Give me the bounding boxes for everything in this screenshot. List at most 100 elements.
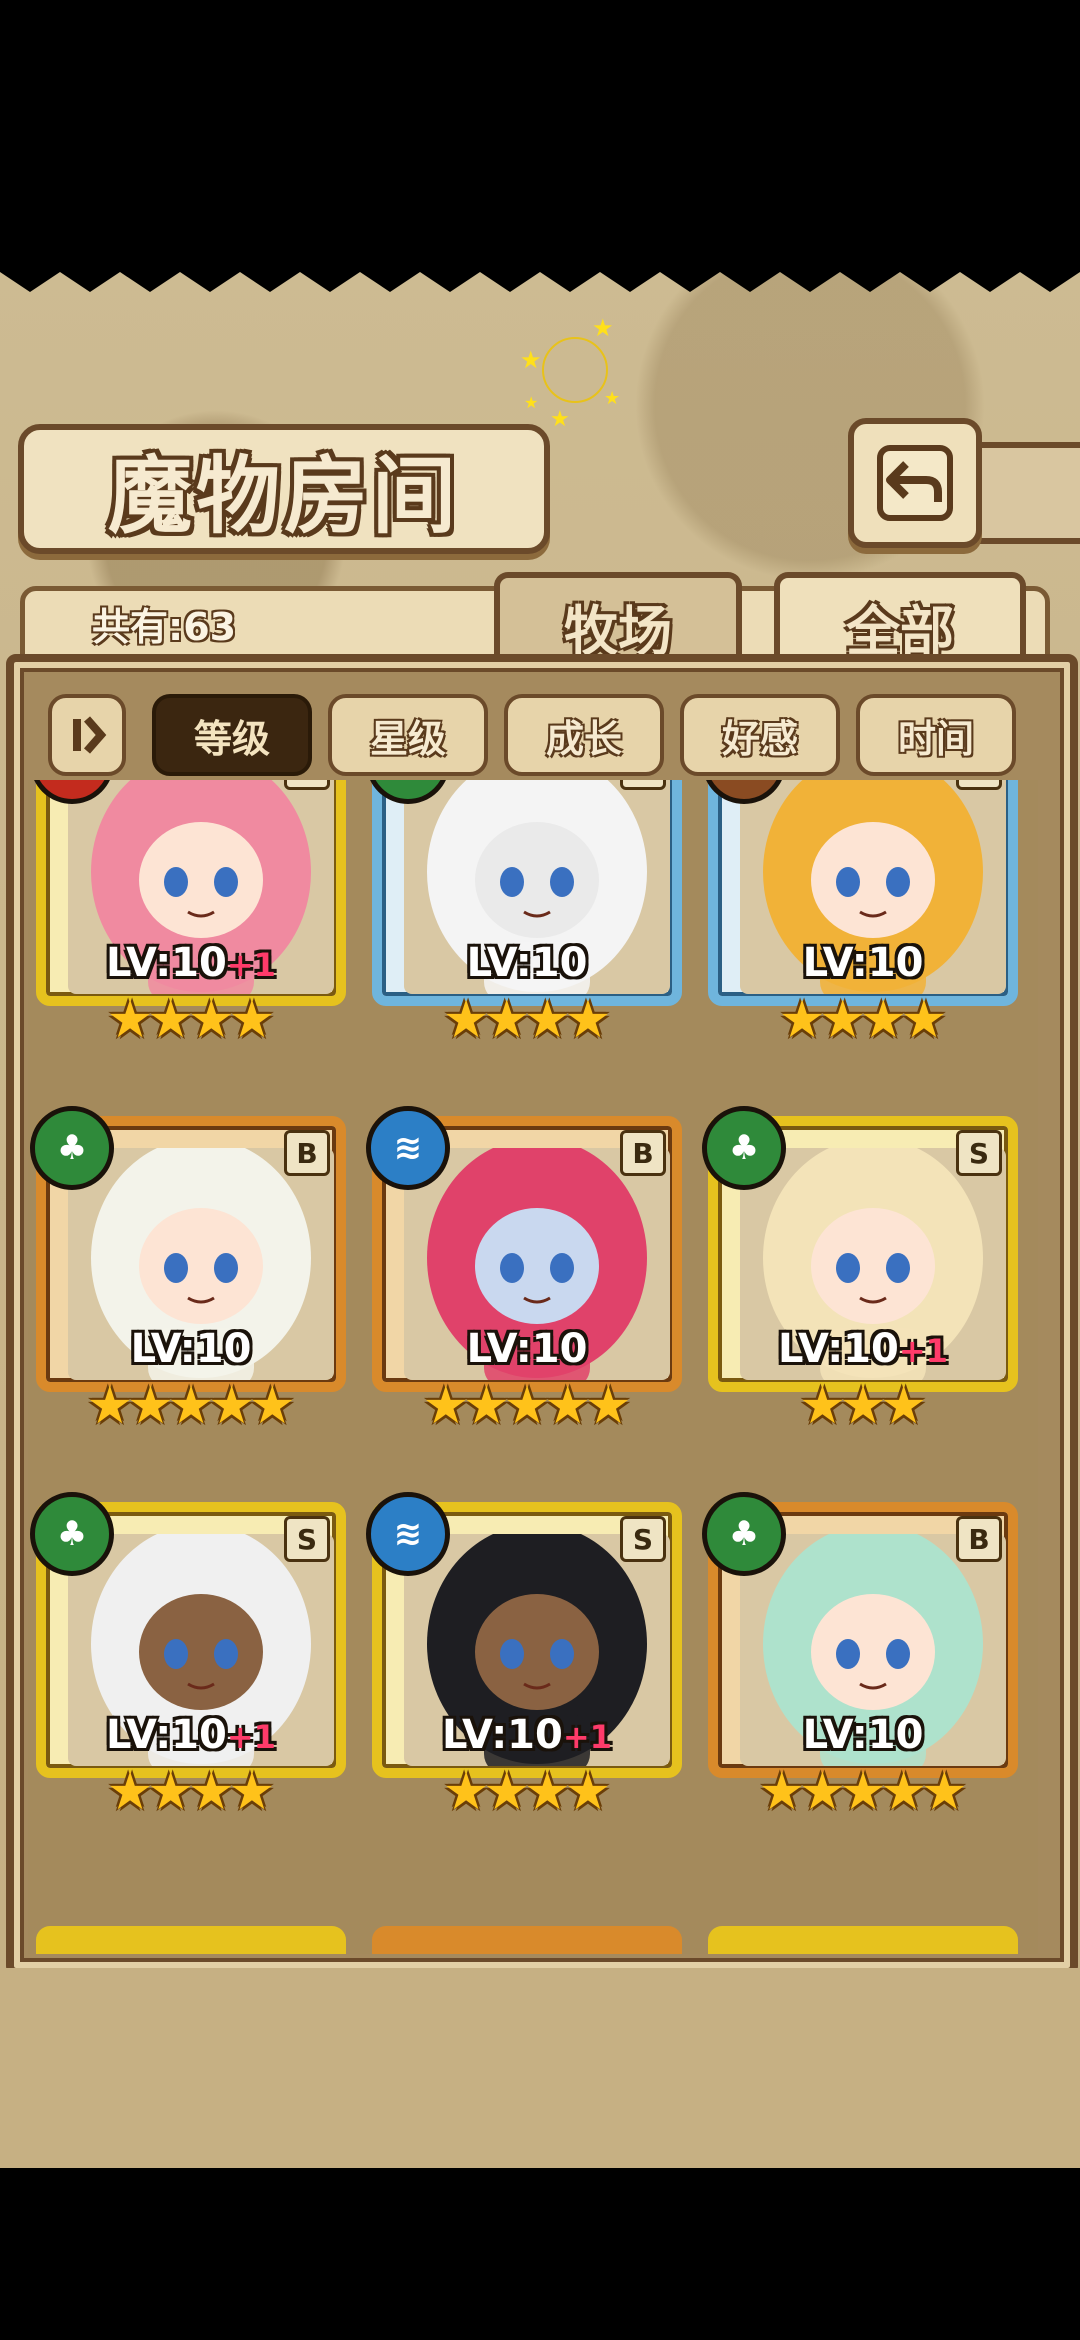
star-icon: ★ (880, 1376, 927, 1436)
sort-filter-bar: 等级 星级 成长 好感 时间 (40, 694, 1040, 778)
sort-growth-button[interactable]: 成长 (504, 694, 664, 776)
star-icon: ★ (483, 1762, 530, 1822)
star-icon: ★ (778, 990, 826, 1050)
star-icon: ★ (880, 1762, 927, 1822)
star-icon: ★ (799, 1762, 846, 1822)
filter-label: 时间 (897, 716, 974, 761)
monster-card-partial[interactable] (708, 1926, 1018, 1954)
svg-text:★: ★ (604, 388, 620, 409)
monster-card[interactable]: A▲LV:10★★★★ (702, 780, 1018, 1052)
collapse-icon (73, 716, 107, 754)
star-icon: ★ (524, 1762, 571, 1822)
star-icon: ★ (188, 1762, 235, 1822)
star-rating: ★ ★ ★ ★ ★ (708, 1760, 1018, 1824)
collapse-toggle-button[interactable] (48, 694, 126, 776)
star-icon: ★ (208, 1376, 255, 1436)
star-icon: ★ (228, 990, 276, 1050)
star-rating: ★ ★ ★ ★ (36, 1760, 346, 1824)
monster-grid: S🜂LV:10+1★★★★A♣LV:10★★★★A▲LV:10★★★★B♣LV:… (28, 780, 1038, 1954)
leaf-icon: ♣ (30, 1106, 114, 1190)
stars-decoration: ★ ★ ★ ★ ★ (520, 314, 620, 428)
level-text: LV:10 (130, 1326, 252, 1372)
return-icon (877, 445, 953, 521)
rank-badge: S (620, 1516, 666, 1562)
leaf-icon: ♣ (702, 1492, 786, 1576)
monster-card[interactable]: A♣LV:10★★★★ (366, 780, 682, 1052)
star-icon: ★ (483, 990, 530, 1050)
torn-edge-decoration (0, 252, 1080, 292)
water-icon: ≋ (366, 1492, 450, 1576)
filter-label: 星级 (369, 716, 446, 761)
level-text: LV:10 (802, 1712, 924, 1758)
star-icon: ★ (564, 1762, 612, 1822)
star-icon: ★ (799, 1376, 846, 1436)
monster-card[interactable]: B ♣ LV:10 ★ ★ ★ ★ ★ (30, 1106, 346, 1438)
level-bonus: +1 (562, 1718, 612, 1756)
star-icon: ★ (228, 1762, 276, 1822)
star-icon: ★ (147, 990, 194, 1050)
filter-label: 好感 (721, 716, 798, 761)
title-banner: 魔物房间 (18, 424, 550, 554)
level-text: LV:10 (778, 1326, 899, 1372)
filter-label: 等级 (193, 716, 270, 761)
star-icon: ★ (248, 1376, 296, 1436)
monster-card[interactable]: S🜂LV:10+1★★★★ (30, 780, 346, 1052)
star-icon: ★ (127, 1376, 174, 1436)
level-text: LV:10 (442, 1712, 563, 1758)
monster-card[interactable]: S ≋ LV:10+1 ★ ★ ★ ★ (366, 1492, 682, 1824)
monster-card[interactable]: B ♣ LV:10 ★ ★ ★ ★ ★ (702, 1492, 1018, 1824)
star-rating: ★ ★ ★ ★ (372, 988, 682, 1052)
monster-card-partial[interactable] (372, 1926, 682, 1954)
star-rating: ★ ★ ★ (708, 1374, 1018, 1438)
star-icon: ★ (106, 990, 154, 1050)
rank-badge: S (956, 1130, 1002, 1176)
level-label: LV:10 (708, 1712, 1018, 1758)
monster-card-partial[interactable] (36, 1926, 346, 1954)
monster-card[interactable]: S ♣ LV:10+1 ★ ★ ★ ★ (30, 1492, 346, 1824)
star-icon: ★ (442, 990, 490, 1050)
star-rating: ★ ★ ★ ★ ★ (372, 1374, 682, 1438)
level-bonus: +1 (226, 946, 276, 984)
level-label: LV:10+1 (36, 1712, 346, 1758)
level-text: LV:10 (466, 940, 588, 986)
sort-affection-button[interactable]: 好感 (680, 694, 840, 776)
star-icon: ★ (920, 1762, 968, 1822)
star-icon: ★ (544, 1376, 591, 1436)
star-icon: ★ (86, 1376, 134, 1436)
svg-text:★: ★ (550, 407, 570, 428)
page-title: 魔物房间 (107, 445, 460, 545)
level-label: LV:10+1 (372, 1712, 682, 1758)
sort-level-button[interactable]: 等级 (152, 694, 312, 776)
star-icon: ★ (147, 1762, 194, 1822)
level-label: LV:10 (372, 940, 682, 986)
star-icon: ★ (188, 990, 235, 1050)
star-icon: ★ (422, 1376, 470, 1436)
star-rating: ★ ★ ★ ★ (372, 1760, 682, 1824)
monster-card[interactable]: B ≋ LV:10 ★ ★ ★ ★ ★ (366, 1106, 682, 1438)
level-text: LV:10 (106, 940, 227, 986)
leaf-icon: ♣ (702, 1106, 786, 1190)
star-rating: ★ ★ ★ ★ (708, 988, 1018, 1052)
back-button[interactable] (848, 418, 982, 548)
rank-badge: B (284, 1130, 330, 1176)
star-icon: ★ (839, 1762, 887, 1822)
sort-star-button[interactable]: 星级 (328, 694, 488, 776)
level-label: LV:10 (372, 1326, 682, 1372)
rank-badge: B (956, 1516, 1002, 1562)
rank-badge: A (956, 780, 1002, 790)
level-label: LV:10+1 (36, 940, 346, 986)
level-label: LV:10 (36, 1326, 346, 1372)
level-bonus: +1 (226, 1718, 276, 1756)
svg-text:★: ★ (520, 346, 542, 374)
monster-card[interactable]: S ♣ LV:10+1 ★ ★ ★ (702, 1106, 1018, 1438)
bottom-map-area (0, 1968, 1080, 2168)
game-screen: ★ ★ ★ ★ ★ 魔物房间 共有:63 牧场 全部 等级 星级 成长 好感 时… (0, 252, 1080, 2168)
svg-text:★: ★ (592, 314, 614, 342)
sort-time-button[interactable]: 时间 (856, 694, 1016, 776)
rank-badge: S (284, 780, 330, 790)
level-label: LV:10+1 (708, 1326, 1018, 1372)
star-icon: ★ (524, 990, 571, 1050)
star-icon: ★ (758, 1762, 806, 1822)
star-icon: ★ (503, 1376, 551, 1436)
level-label: LV:10 (708, 940, 1018, 986)
